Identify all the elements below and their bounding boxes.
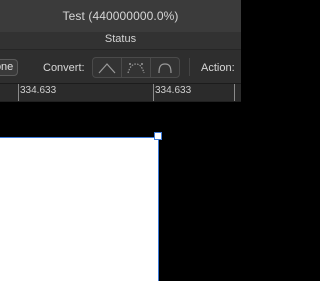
done-button[interactable]: Done — [0, 59, 18, 76]
convert-sharp-button[interactable] — [93, 58, 122, 77]
window-title: Test (440000000.0%) — [62, 9, 179, 23]
smooth-node-icon — [127, 62, 145, 73]
smart-node-icon — [158, 62, 172, 73]
title-bar: Test (440000000.0%) — [0, 0, 241, 33]
ruler-tick — [18, 84, 19, 101]
status-label: Status — [104, 33, 137, 45]
horizontal-ruler[interactable]: 334.633 334.633 — [0, 84, 241, 102]
sharp-node-icon — [98, 62, 116, 73]
convert-smart-button[interactable] — [151, 58, 179, 77]
ruler-label: 334.633 — [20, 85, 57, 96]
action-label: Action: — [201, 62, 235, 74]
status-bar: Status — [0, 32, 241, 50]
toolbar-separator — [189, 58, 190, 76]
canvas[interactable] — [0, 102, 241, 281]
convert-smooth-button[interactable] — [122, 58, 151, 77]
convert-segmented-control — [92, 57, 180, 78]
artboard[interactable] — [0, 137, 159, 281]
ruler-tick — [234, 84, 235, 101]
ruler-tick — [153, 84, 154, 101]
selection-handle[interactable] — [154, 132, 162, 140]
context-toolbar: Done Convert: Action: — [0, 50, 241, 84]
ruler-label: 334.633 — [155, 85, 192, 96]
convert-label: Convert: — [43, 62, 85, 74]
